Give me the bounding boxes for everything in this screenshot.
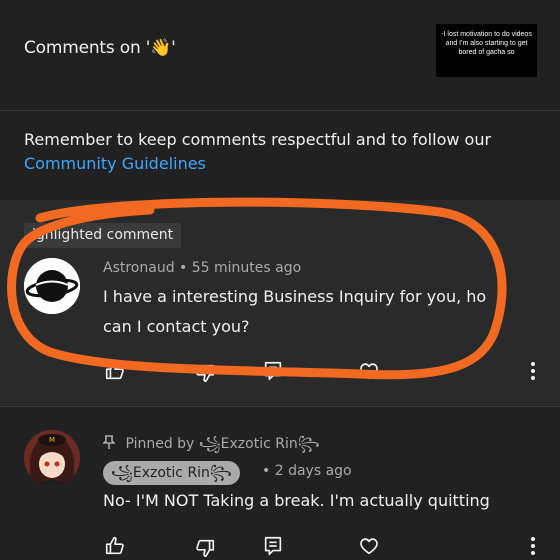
guidelines-notice: Remember to keep comments respectful and… bbox=[24, 128, 544, 176]
heart-icon[interactable] bbox=[358, 535, 380, 557]
comment-text-line1: I have a interesting Business Inquiry fo… bbox=[103, 287, 487, 306]
meta-separator: • bbox=[179, 260, 188, 276]
pinned-comment-text: No- I'M NOT Taking a break. I'm actually… bbox=[103, 491, 490, 510]
pinned-by-label: Pinned by bbox=[125, 436, 195, 452]
pinned-by-name: ꧁Exzotic Rin꧂ bbox=[198, 436, 320, 452]
comments-title: Comments on '👋' bbox=[24, 38, 176, 58]
community-guidelines-link[interactable]: Community Guidelines bbox=[24, 154, 206, 173]
avatar[interactable] bbox=[24, 258, 80, 314]
more-vert-icon[interactable] bbox=[528, 360, 538, 382]
comments-header: Comments on '👋' -I lost motivation to do… bbox=[0, 0, 560, 110]
more-vert-icon[interactable] bbox=[528, 535, 538, 557]
pinned-by-row: Pinned by ꧁Exzotic Rin꧂ bbox=[102, 432, 320, 461]
reply-icon[interactable] bbox=[262, 360, 284, 382]
pin-icon bbox=[102, 435, 116, 449]
svg-text:M: M bbox=[49, 436, 55, 444]
comment-divider bbox=[0, 406, 560, 407]
comment-time: 55 minutes ago bbox=[191, 260, 302, 276]
header-divider bbox=[0, 110, 560, 111]
comment-meta: • 2 days ago bbox=[262, 463, 352, 479]
comment-text-line2: can I contact you? bbox=[103, 317, 250, 336]
thumbnail-caption: -I lost motivation to do videos and I'm … bbox=[441, 31, 532, 56]
comment-meta: Astronaud • 55 minutes ago bbox=[103, 260, 301, 276]
heart-icon[interactable] bbox=[358, 360, 380, 382]
video-thumbnail[interactable]: -I lost motivation to do videos and I'm … bbox=[436, 24, 537, 77]
anime-avatar: M bbox=[24, 430, 80, 486]
meta-separator: • bbox=[262, 463, 271, 479]
thumbs-down-icon[interactable] bbox=[194, 362, 216, 384]
comment-time: 2 days ago bbox=[274, 463, 352, 479]
planet-avatar bbox=[24, 258, 80, 314]
guidelines-text: Remember to keep comments respectful and… bbox=[24, 130, 492, 149]
comment-author[interactable]: Astronaud bbox=[103, 260, 175, 276]
author-chip[interactable]: ꧁Exzotic Rin꧂ bbox=[103, 461, 240, 485]
comment-text: I have a interesting Business Inquiry fo… bbox=[103, 282, 523, 342]
highlighted-comment-chip: ighlighted comment bbox=[24, 223, 182, 248]
thumbs-up-icon[interactable] bbox=[104, 360, 126, 382]
thumbs-up-icon[interactable] bbox=[104, 535, 126, 557]
thumbs-down-icon[interactable] bbox=[194, 537, 216, 559]
reply-icon[interactable] bbox=[262, 535, 284, 557]
avatar[interactable]: M bbox=[24, 430, 80, 486]
